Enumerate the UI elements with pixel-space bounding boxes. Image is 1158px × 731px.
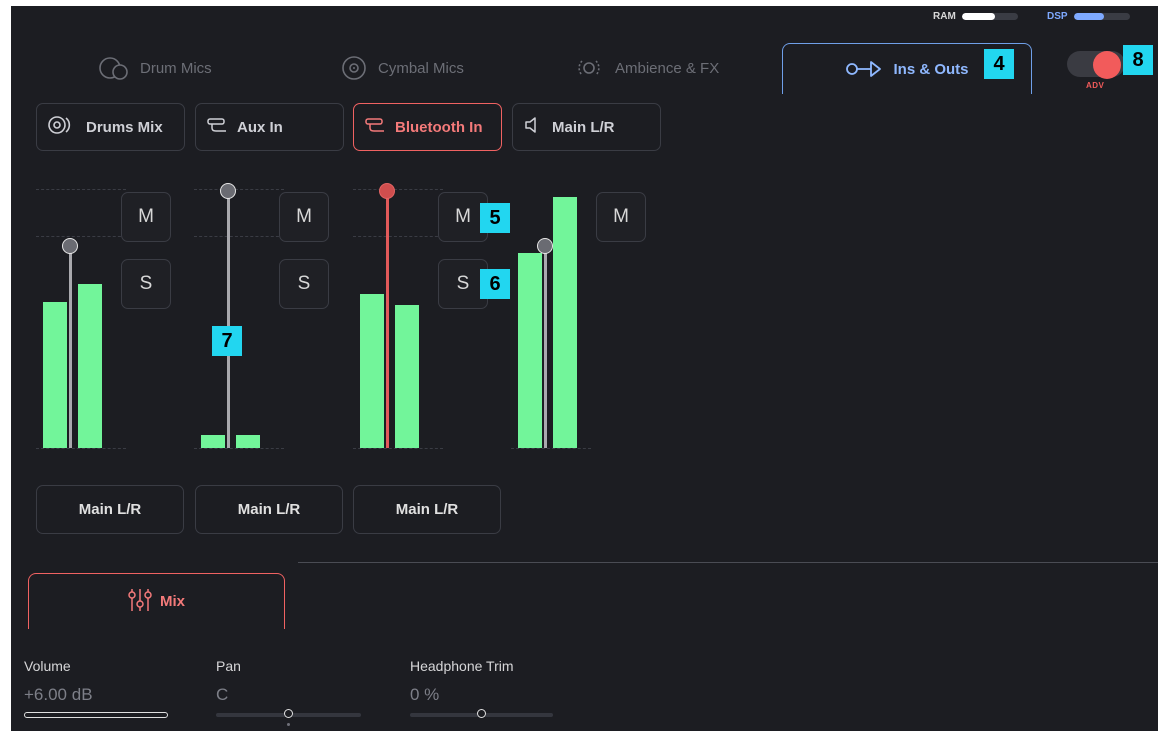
speaker-icon [523,116,543,138]
level-guide [511,448,591,449]
fader-knob[interactable] [220,183,236,199]
ram-label: RAM [933,11,956,22]
meter-bar-left [518,253,542,448]
volume-value[interactable]: +6.00 dB [24,685,93,705]
level-guide [36,448,126,449]
volume-slider[interactable] [24,712,168,718]
channel-tab-main-lr[interactable]: Main L/R [512,103,661,151]
ambience-icon [573,54,605,82]
level-guide [194,448,284,449]
output-route-button[interactable]: Main L/R [36,485,184,534]
level-guide [36,236,126,237]
headphone-trim-label: Headphone Trim [410,658,514,674]
aux-cable-icon [206,116,228,138]
volume-label: Volume [24,658,71,674]
level-guide [353,189,443,190]
fader-track[interactable] [544,246,547,448]
ram-fill [961,13,996,20]
ram-track [961,13,1018,20]
annotation-marker: 8 [1123,45,1153,75]
meter-bar-left [43,302,67,448]
fader-track[interactable] [69,246,72,448]
fader-knob[interactable] [379,183,395,199]
solo-button[interactable]: S [279,259,329,309]
level-guide [353,236,443,237]
ins-outs-icon [845,59,883,79]
headphone-trim-slider-knob[interactable] [477,709,486,718]
level-guide [194,236,284,237]
channel-tab-label: Aux In [237,118,283,136]
cymbal-icon [340,54,368,82]
pan-value[interactable]: C [216,685,228,705]
drums-mix-icon [47,115,77,139]
adv-label: ADV [1086,81,1105,90]
annotation-marker: 4 [984,49,1014,79]
ram-meter: RAM [933,11,1018,22]
output-route-button[interactable]: Main L/R [195,485,343,534]
fader-track[interactable] [386,191,389,448]
meter-bar-right [553,197,577,448]
dsp-meter: DSP [1047,11,1130,22]
meter-bar-left [201,435,225,448]
channel-tab-bluetooth-in[interactable]: Bluetooth In [353,103,502,151]
mute-button[interactable]: M [121,192,171,242]
tab-cymbal-mics[interactable]: Cymbal Mics [340,43,464,93]
tab-drum-mics[interactable]: Drum Mics [98,43,212,93]
channel-tab-label: Main L/R [552,118,615,136]
annotation-marker: 6 [480,269,510,299]
channel-tab-drums-mix[interactable]: Drums Mix [36,103,185,151]
level-guide [353,448,443,449]
aux-cable-icon [364,116,386,138]
meter-bar-right [395,305,419,448]
app-window: RAM DSP Drum Mics Cymbal Mics Ambience &… [11,6,1158,731]
dsp-fill [1073,13,1105,20]
meter-bar-right [78,284,102,448]
adv-toggle-knob[interactable] [1093,51,1121,79]
output-route-button[interactable]: Main L/R [353,485,501,534]
pan-slider-knob[interactable] [284,709,293,718]
tab-label: Drum Mics [140,59,212,77]
mute-button[interactable]: M [596,192,646,242]
mix-tab-label: Mix [159,593,185,610]
tab-label: Ambience & FX [615,59,720,77]
dsp-track [1073,13,1130,20]
fader-knob[interactable] [62,238,78,254]
solo-button[interactable]: S [121,259,171,309]
drum-icon [98,54,130,82]
mute-button[interactable]: M [279,192,329,242]
annotation-marker: 5 [480,203,510,233]
channel-tab-aux-in[interactable]: Aux In [195,103,344,151]
pan-center-dot [287,723,290,726]
tab-mix[interactable]: Mix [28,573,285,629]
pan-label: Pan [216,658,241,674]
mixer-sliders-icon [128,587,152,617]
tab-label: Cymbal Mics [378,59,464,77]
channel-tab-label: Bluetooth In [395,118,483,136]
tab-label: Ins & Outs [893,60,969,78]
meter-bar-left [360,294,384,448]
meter-bar-right [236,435,260,448]
tab-ambience-fx[interactable]: Ambience & FX [573,43,719,93]
level-guide [36,189,126,190]
annotation-marker: 7 [212,326,242,356]
section-divider [298,562,1158,563]
headphone-trim-value[interactable]: 0 % [410,685,439,705]
fader-knob[interactable] [537,238,553,254]
channel-tab-label: Drums Mix [86,118,163,136]
fader-track[interactable] [227,191,230,448]
dsp-label: DSP [1047,11,1068,22]
level-guide [194,189,284,190]
